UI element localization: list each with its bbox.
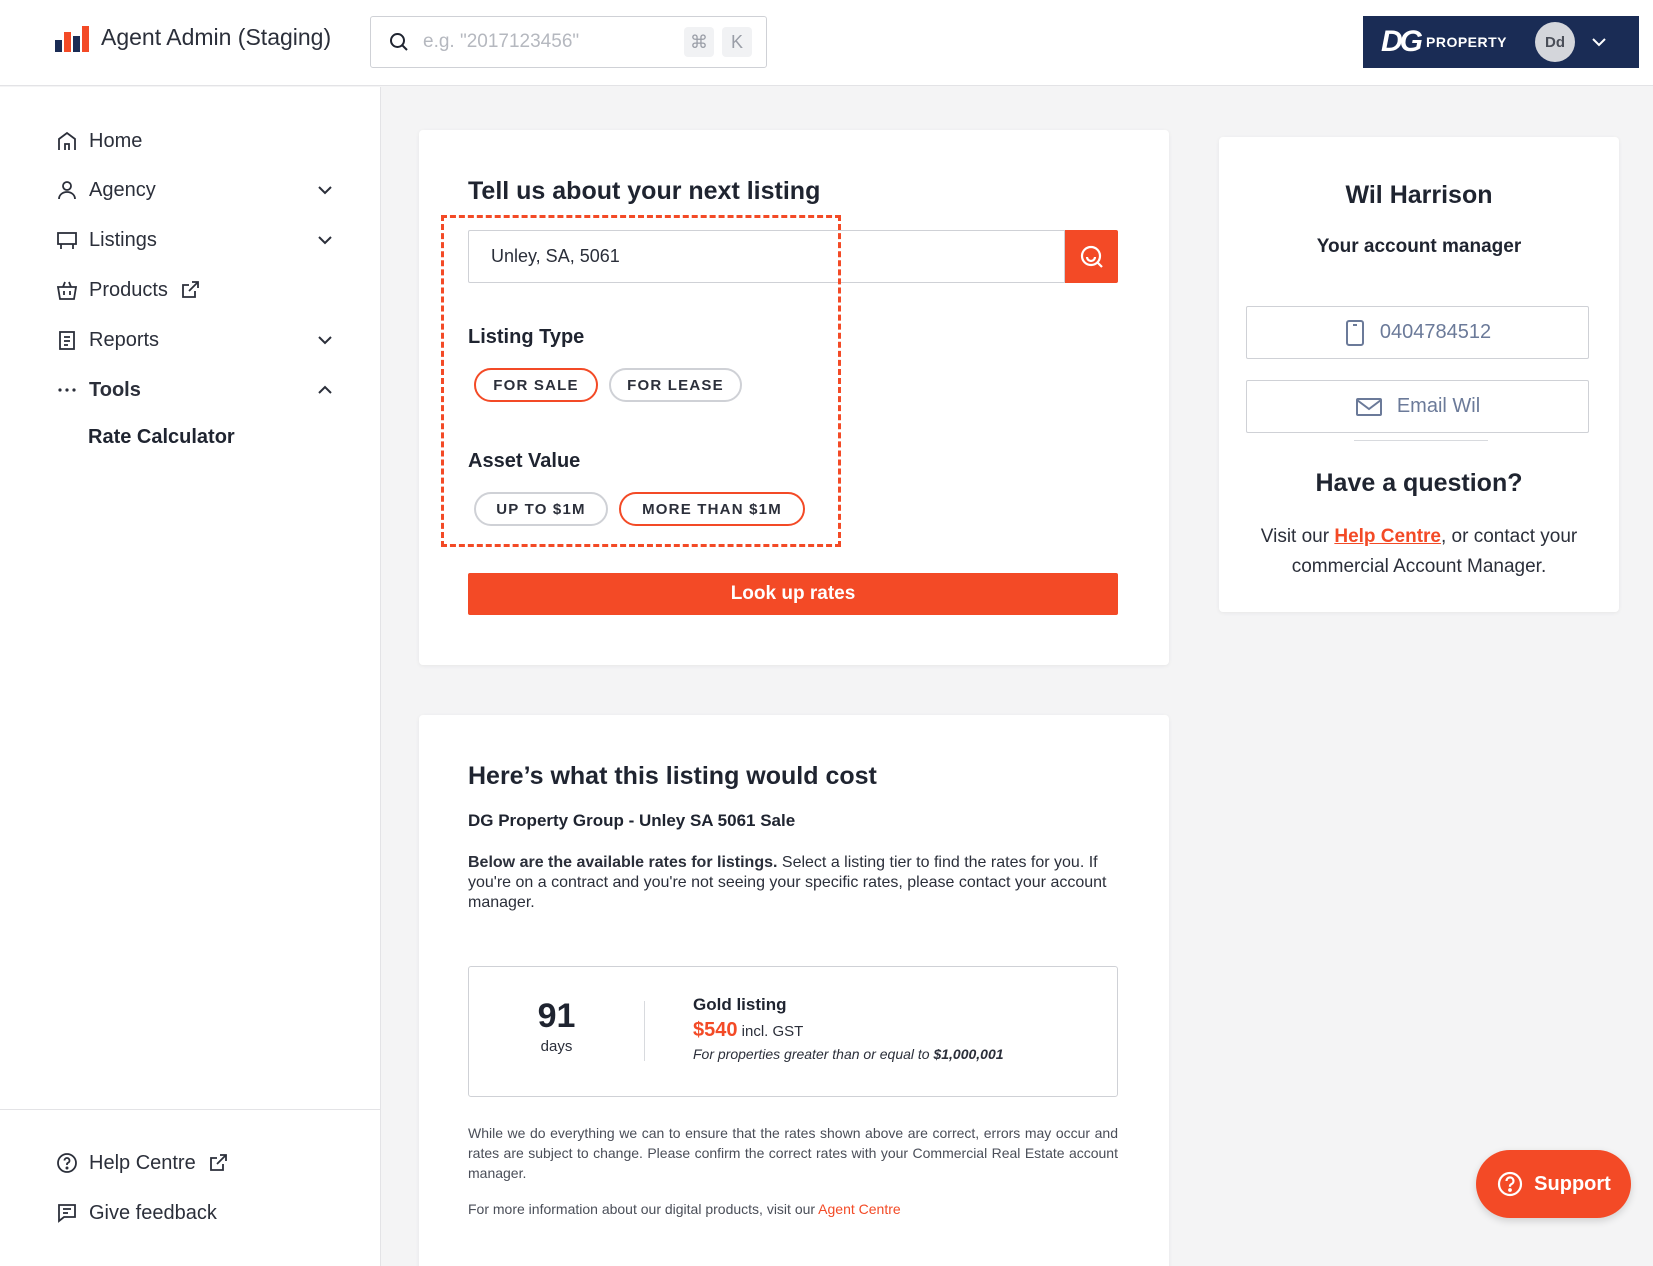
chevron-down-icon[interactable] xyxy=(315,180,335,200)
basket-icon xyxy=(55,278,79,302)
agency-logo-text: PROPERTY xyxy=(1426,34,1508,50)
help-circle-icon xyxy=(55,1151,79,1175)
sidebar-item-reports[interactable]: Reports xyxy=(55,325,335,355)
global-search[interactable]: ⌘ K xyxy=(370,16,767,68)
asset-value-label: Asset Value xyxy=(468,450,581,472)
call-manager-button[interactable]: 0404784512 xyxy=(1246,306,1589,359)
sidebar-item-label: Tools xyxy=(89,378,141,401)
billboard-icon xyxy=(55,228,79,252)
user-icon xyxy=(55,178,79,202)
sidebar-item-give-feedback[interactable]: Give feedback xyxy=(55,1198,335,1228)
sidebar-item-label: Give feedback xyxy=(89,1201,217,1224)
sidebar-item-label: Home xyxy=(89,129,143,152)
pricing-subtitle: DG Property Group - Unley SA 5061 Sale xyxy=(468,811,796,830)
listing-type-label: Listing Type xyxy=(468,326,585,348)
brand[interactable]: Agent Admin (Staging) xyxy=(55,22,331,52)
asset-value-up-to-1m[interactable]: UP TO $1M xyxy=(474,492,608,526)
mail-icon xyxy=(1355,397,1382,416)
sidebar-item-agency[interactable]: Agency xyxy=(55,175,335,205)
support-button[interactable]: Support xyxy=(1476,1150,1631,1218)
listing-form-card: Tell us about your next listing Listing … xyxy=(419,130,1169,665)
tier-note-prefix: For properties greater than or equal to xyxy=(693,1046,934,1062)
manager-name: Wil Harrison xyxy=(1345,181,1493,209)
pricing-intro-bold: Below are the available rates for listin… xyxy=(468,854,778,871)
sidebar-item-label: Agency xyxy=(89,178,156,201)
agency-logo: DG PROPERTY xyxy=(1381,25,1507,59)
question-title: Have a question? xyxy=(1315,469,1523,497)
agency-switcher[interactable]: DG PROPERTY Dd xyxy=(1363,16,1639,68)
more-dots-icon xyxy=(55,378,79,402)
divider xyxy=(1354,440,1488,441)
sidebar-item-products[interactable]: Products xyxy=(55,275,335,305)
tier-divider xyxy=(644,1001,645,1061)
manager-role: Your account manager xyxy=(1316,236,1522,257)
location-input[interactable] xyxy=(468,230,1065,283)
sidebar-subitem-rate-calculator[interactable]: Rate Calculator xyxy=(88,426,235,449)
tier-days-number: 91 xyxy=(537,997,576,1035)
listing-form-title: Tell us about your next listing xyxy=(468,177,821,205)
location-search-button[interactable] xyxy=(1065,230,1118,283)
tier-note: For properties greater than or equal to … xyxy=(693,1046,1004,1062)
tier-name: Gold listing xyxy=(693,995,787,1014)
sidebar-item-listings[interactable]: Listings xyxy=(55,225,335,255)
sidebar-item-label: Reports xyxy=(89,328,160,351)
tier-duration: 91 days xyxy=(469,997,644,1055)
top-header: Agent Admin (Staging) ⌘ K DG PROPERTY Dd xyxy=(0,0,1653,86)
search-icon xyxy=(1080,245,1103,268)
chevron-down-icon[interactable] xyxy=(315,330,335,350)
email-manager-button[interactable]: Email Wil xyxy=(1246,380,1589,433)
look-up-rates-button[interactable]: Look up rates xyxy=(468,573,1118,615)
home-icon xyxy=(55,129,79,153)
sidebar-item-home[interactable]: Home xyxy=(55,126,335,156)
asset-value-more-than-1m[interactable]: MORE THAN $1M xyxy=(619,492,805,526)
chevron-down-icon[interactable] xyxy=(1589,32,1609,52)
pricing-intro: Below are the available rates for listin… xyxy=(468,853,1118,913)
tier-info: Gold listing $540 incl. GST For properti… xyxy=(693,995,1004,1062)
report-icon xyxy=(55,328,79,352)
tier-option-gold[interactable]: 91 days Gold listing $540 incl. GST For … xyxy=(468,966,1118,1097)
phone-icon xyxy=(1345,319,1364,346)
question-body: Visit our Help Centre, or contact your c… xyxy=(1239,522,1599,582)
manager-phone: 0404784512 xyxy=(1379,321,1492,343)
support-label: Support xyxy=(1534,1172,1611,1195)
agent-centre-link[interactable]: Agent Centre xyxy=(818,1201,901,1217)
tier-days-unit: days xyxy=(540,1038,573,1055)
shortcut-k-key: K xyxy=(722,27,752,57)
feedback-icon xyxy=(55,1201,79,1225)
pricing-title: Here’s what this listing would cost xyxy=(468,762,877,790)
sidebar-item-label: Listings xyxy=(89,228,157,251)
agency-logo-mark: DG xyxy=(1381,25,1423,58)
brand-logo-icon xyxy=(55,22,89,52)
pricing-card: Here’s what this listing would cost DG P… xyxy=(419,715,1169,1266)
sidebar: Home Agency Listings Products Reports To xyxy=(0,87,381,1266)
tier-price-amount: $540 xyxy=(693,1019,738,1041)
sidebar-divider xyxy=(0,1109,380,1110)
listing-type-for-sale[interactable]: FOR SALE xyxy=(474,368,598,402)
tier-note-value: $1,000,001 xyxy=(933,1046,1004,1062)
shortcut-cmd-key: ⌘ xyxy=(684,27,714,57)
app-title: Agent Admin (Staging) xyxy=(101,23,332,50)
external-link-icon xyxy=(209,1154,227,1171)
rates-disclaimer: While we do everything we can to ensure … xyxy=(468,1125,1118,1181)
question-prefix: Visit our xyxy=(1260,526,1335,547)
tier-price: $540 incl. GST xyxy=(693,1019,1004,1042)
sidebar-item-label: Products xyxy=(89,278,168,301)
help-circle-icon xyxy=(1498,1171,1523,1197)
chevron-up-icon[interactable] xyxy=(315,380,335,400)
external-link-icon xyxy=(182,281,199,298)
help-centre-link[interactable]: Help Centre xyxy=(1334,526,1441,547)
sidebar-item-tools[interactable]: Tools xyxy=(55,375,335,405)
more-info-text: For more information about our digital p… xyxy=(468,1201,901,1217)
listing-type-for-lease[interactable]: FOR LEASE xyxy=(609,368,742,402)
sidebar-item-help-centre[interactable]: Help Centre xyxy=(55,1148,335,1178)
sidebar-item-label: Help Centre xyxy=(89,1151,196,1174)
email-manager-label: Email Wil xyxy=(1396,395,1481,417)
avatar[interactable]: Dd xyxy=(1535,22,1576,62)
search-icon xyxy=(390,33,408,51)
chevron-down-icon[interactable] xyxy=(315,230,335,250)
tier-price-suffix: incl. GST xyxy=(741,1023,804,1040)
more-info-prefix: For more information about our digital p… xyxy=(468,1201,819,1217)
account-manager-card: Wil Harrison Your account manager 040478… xyxy=(1219,137,1619,612)
search-input[interactable] xyxy=(423,31,676,53)
